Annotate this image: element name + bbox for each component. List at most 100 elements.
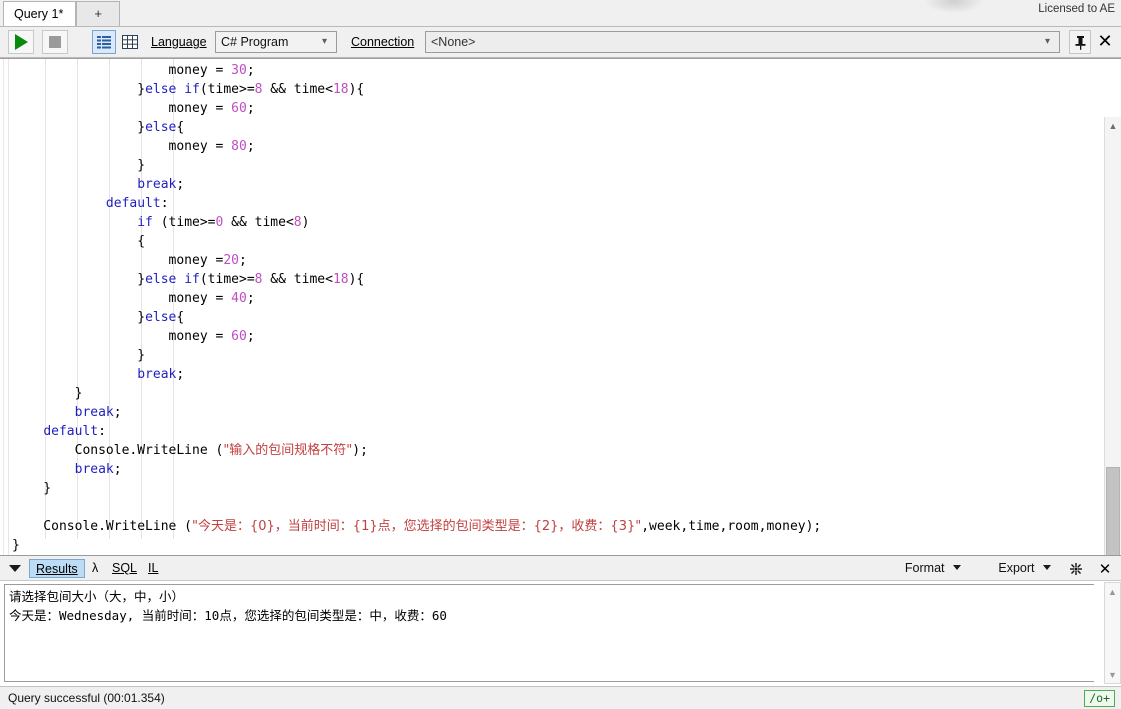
code-token: ) [301,215,310,230]
code-token: && time< [262,82,333,97]
results-vertical-scrollbar[interactable]: ▲ ▼ [1104,582,1121,684]
language-select[interactable]: C# Program ▾ [215,31,337,53]
scroll-up-icon[interactable]: ▲ [1105,117,1121,134]
format-menu-button[interactable]: Format [905,561,961,575]
code-token: 30 [231,63,247,78]
code-token: ; [113,405,122,420]
code-token: { [12,234,146,249]
code-line: money = 30; [12,61,821,80]
code-token: ; [246,101,255,116]
code-line: } [12,346,821,365]
code-token: } [12,310,146,325]
new-query-tab-button[interactable]: + [76,1,120,26]
linqpad-window: Query 1* + Licensed to AE Language C# Pr… [0,0,1121,709]
code-token: (time>= [199,272,255,287]
tab-results-label: Results [36,562,78,576]
license-label: Licensed to AE [1038,3,1115,15]
tab-lambda-label: λ [92,561,99,575]
code-token: (time>= [152,215,216,230]
query-tab-query1[interactable]: Query 1* [3,1,77,26]
play-icon [14,34,28,50]
code-token: break [74,462,114,477]
code-token: 18 [332,82,349,97]
code-line: money = 80; [12,137,821,156]
code-token: : [98,424,106,439]
code-line: default: [12,422,821,441]
export-menu-label: Export [998,561,1035,575]
connection-label-text: Connection [351,35,415,49]
connection-select[interactable]: <None> ▾ [425,31,1060,53]
triangle-down-icon[interactable] [9,565,21,572]
code-line: break; [12,403,821,422]
code-token: else [145,120,177,135]
language-label-text: Language [151,35,207,49]
code-line: } [12,384,821,403]
output-text-toggle[interactable] [92,30,116,54]
code-line: money = 60; [12,327,821,346]
results-output[interactable]: 请选择包间大小（大，中，小） 今天是：Wednesday, 当前时间：10点，您… [4,584,1094,682]
code-token: "今天是：{0}，当前时间：{1}点，您选择的包间类型是：{2}，收费：{3}" [192,519,642,534]
code-line: { [12,232,821,251]
code-token: ; [176,177,185,192]
tab-sql-label: SQL [112,561,138,575]
chevron-down-icon: ▾ [321,36,328,47]
code-token: ; [246,291,255,306]
text-output-icon [97,36,111,49]
code-token: default [105,196,161,211]
run-button[interactable] [8,30,34,54]
status-bar: Query successful (00:01.354) /o+ [0,686,1121,709]
editor-scrollbar-thumb[interactable] [1106,467,1120,555]
code-line: default: [12,194,821,213]
code-line: }else{ [12,118,821,137]
screen-artifact [925,0,983,13]
results-panel: 请选择包间大小（大，中，小） 今天是：Wednesday, 当前时间：10点，您… [0,581,1121,686]
tab-lambda[interactable]: λ [86,559,104,578]
export-menu-button[interactable]: Export [998,561,1051,575]
tab-results[interactable]: Results [29,559,85,578]
tab-il[interactable]: IL [142,559,164,578]
code-token: } [12,158,146,173]
chevron-down-icon: ▾ [1044,36,1051,47]
clear-results-button[interactable] [1067,560,1085,578]
editor-gutter-divider [8,59,9,555]
pin-query-button[interactable] [1069,30,1091,54]
output-grid-toggle[interactable] [118,30,142,54]
code-token: ; [246,63,255,78]
stop-button[interactable] [42,30,68,54]
scroll-up-icon[interactable]: ▲ [1105,583,1120,600]
code-line: }else{ [12,308,821,327]
code-token: money = [12,139,232,154]
code-line: money =20; [12,251,821,270]
code-token: money = [12,291,232,306]
code-token: if [137,215,153,230]
code-token: } [12,272,146,287]
code-line: Console.WriteLine ("输入的包间规格不符"); [12,441,821,460]
code-token: money = [12,253,224,268]
code-token: } [12,348,146,363]
code-token: ){ [348,82,365,97]
close-results-button[interactable]: ✕ [1095,559,1115,579]
scroll-down-icon[interactable]: ▼ [1105,666,1120,683]
code-token: else [145,310,177,325]
language-select-value: C# Program [221,35,289,49]
close-query-button[interactable]: ✕ [1093,30,1117,54]
language-label: Language [151,35,207,49]
tab-sql[interactable]: SQL [106,559,143,578]
pin-icon [1075,35,1085,50]
editor-vertical-scrollbar[interactable]: ▲ ▼ [1104,117,1121,555]
code-token: default [43,424,99,439]
grid-output-icon [122,35,138,49]
code-token: 20 [223,253,239,268]
code-token: else [145,272,177,287]
code-line: break; [12,365,821,384]
code-editor[interactable]: money = 30; }else if(time>=8 && time<18)… [0,58,1121,555]
connection-select-value: <None> [431,35,476,49]
connection-label: Connection [351,35,414,49]
result-line: 今天是：Wednesday, 当前时间：10点，您选择的包间类型是：中，收费：6… [9,608,447,623]
code-token: 8 [293,215,302,230]
